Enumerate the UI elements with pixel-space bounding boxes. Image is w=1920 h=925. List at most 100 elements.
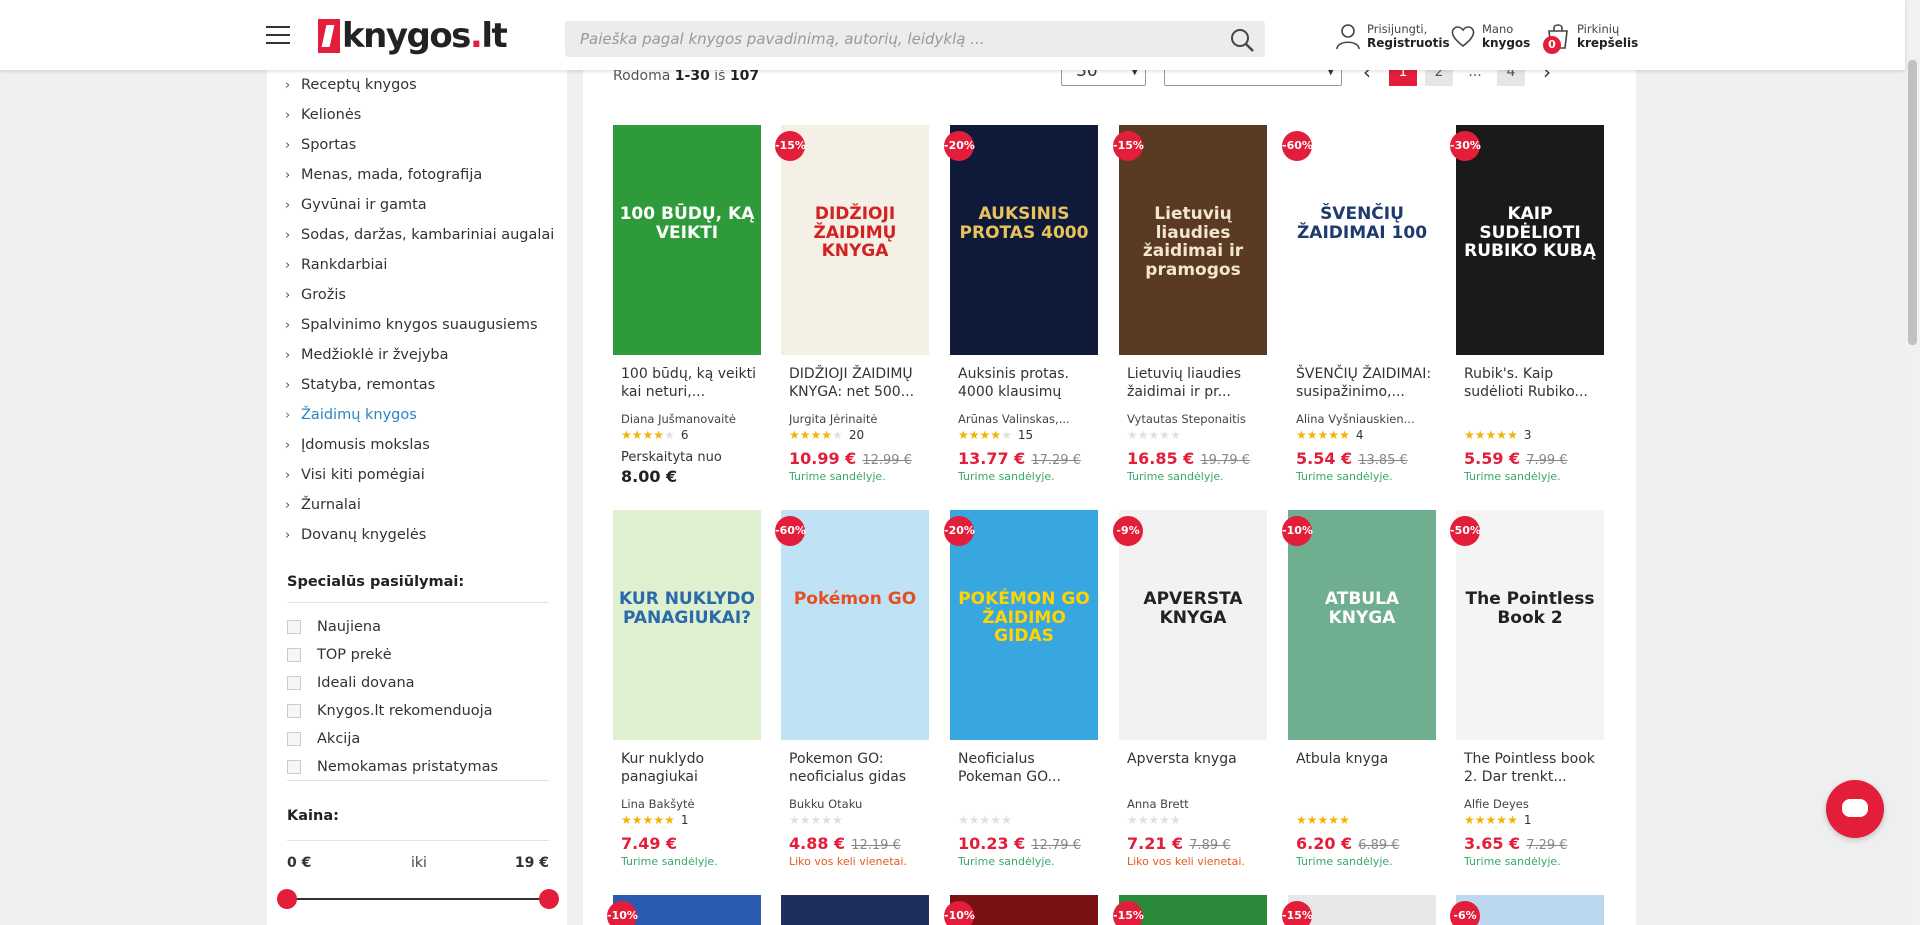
book-cover[interactable]: KUR NUKLYDO PANAGIUKAI? xyxy=(613,510,761,740)
stock-status: Turime sandėlyje. xyxy=(621,855,718,868)
chevron-right-icon: › xyxy=(285,167,291,183)
book-cover[interactable]: KAIP SUDĖLIOTI RUBIKO KUBĄ xyxy=(1456,125,1604,355)
product-author[interactable]: Arūnas Valinskas,... xyxy=(958,412,1098,426)
checkbox[interactable] xyxy=(287,676,301,690)
price-slider-track[interactable] xyxy=(287,898,549,900)
category-label: Gyvūnai ir gamta xyxy=(301,197,427,213)
product-price: 3.65 €7.29 € xyxy=(1464,834,1568,853)
book-cover[interactable]: APVERSTA KNYGA xyxy=(1119,510,1267,740)
rating-stars: ★★★★★ 1 xyxy=(621,813,689,827)
book-cover[interactable] xyxy=(781,895,929,925)
wishlist-link[interactable]: Mano knygos xyxy=(1450,22,1530,50)
filter-checkbox[interactable]: TOP prekė xyxy=(287,647,392,663)
divider xyxy=(287,780,549,781)
book-cover[interactable]: Pokémon GO xyxy=(781,510,929,740)
category-item[interactable]: › Įdomusis mokslas xyxy=(285,430,554,460)
category-item[interactable]: › Kelionės xyxy=(285,100,554,130)
book-cover[interactable]: AUKSINIS PROTAS 4000 xyxy=(950,125,1098,355)
filter-checkbox[interactable]: Ideali dovana xyxy=(287,675,415,691)
login-link[interactable]: Prisijungti, Registruotis xyxy=(1335,22,1450,50)
price-slider-min-handle[interactable] xyxy=(277,889,297,909)
review-count: 1 xyxy=(680,813,689,827)
scrollbar-thumb[interactable] xyxy=(1908,60,1917,345)
product-title[interactable]: Kur nuklydo panagiukai xyxy=(621,750,761,786)
discount-badge: -30% xyxy=(1450,131,1481,161)
search-icon[interactable] xyxy=(1229,27,1255,53)
cover-title: ŠVENČIŲ ŽAIDIMAI 100 xyxy=(1296,204,1428,243)
category-item[interactable]: › Spalvinimo knygos suaugusiems xyxy=(285,310,554,340)
category-item[interactable]: › Visi kiti pomėgiai xyxy=(285,460,554,490)
category-label: Spalvinimo knygos suaugusiems xyxy=(301,317,538,333)
category-item[interactable]: › Statyba, remontas xyxy=(285,370,554,400)
discount-badge: -60% xyxy=(1282,131,1313,161)
product-title[interactable]: Rubik's. Kaip sudėlioti Rubiko... xyxy=(1464,365,1604,401)
product-title[interactable]: Auksinis protas. 4000 klausimų xyxy=(958,365,1098,401)
product-author[interactable]: Vytautas Steponaitis xyxy=(1127,412,1267,426)
discount-badge: -15% xyxy=(1113,901,1144,925)
stock-status: Turime sandėlyje. xyxy=(1127,470,1224,483)
book-cover[interactable]: The Pointless Book 2 xyxy=(1456,510,1604,740)
filter-label: Naujiena xyxy=(317,619,381,635)
heart-icon xyxy=(1451,26,1475,48)
checkbox[interactable] xyxy=(287,732,301,746)
book-cover[interactable]: DIDŽIOJI ŽAIDIMŲ KNYGA xyxy=(781,125,929,355)
product-title[interactable]: Neoficialus Pokeman GO... xyxy=(958,750,1098,786)
stock-status: Turime sandėlyje. xyxy=(1296,855,1393,868)
discount-badge: -20% xyxy=(944,516,975,546)
logo[interactable]: knygos.lt xyxy=(318,16,508,56)
product-author[interactable]: Jurgita Jėrinaitė xyxy=(789,412,929,426)
scrollbar[interactable] xyxy=(1905,0,1920,925)
product-author[interactable]: Lina Bakšytė xyxy=(621,797,761,811)
category-item[interactable]: › Gyvūnai ir gamta xyxy=(285,190,554,220)
filter-checkbox[interactable]: Naujiena xyxy=(287,619,381,635)
rating-stars: ★★★★★ 3 xyxy=(1464,428,1532,442)
search-input[interactable] xyxy=(565,21,1205,57)
category-item[interactable]: › Žurnalai xyxy=(285,490,554,520)
checkbox[interactable] xyxy=(287,648,301,662)
product-title[interactable]: Lietuvių liaudies žaidimai ir pr... xyxy=(1127,365,1267,401)
old-price: 7.99 € xyxy=(1526,453,1568,468)
product-price: 5.59 €7.99 € xyxy=(1464,449,1568,468)
product-title[interactable]: ŠVENČIŲ ŽAIDIMAI: susipažinimo,... xyxy=(1296,365,1436,401)
category-item[interactable]: › Rankdarbiai xyxy=(285,250,554,280)
book-cover[interactable]: ATBULA KNYGA xyxy=(1288,510,1436,740)
product-author[interactable]: Alfie Deyes xyxy=(1464,797,1604,811)
filter-label: Nemokamas pristatymas xyxy=(317,759,499,775)
category-item[interactable]: › Receptų knygos xyxy=(285,70,554,100)
filter-checkbox[interactable]: Akcija xyxy=(287,731,360,747)
category-item[interactable]: › Sportas xyxy=(285,130,554,160)
checkbox[interactable] xyxy=(287,704,301,718)
category-item[interactable]: › Dovanų knygelės xyxy=(285,520,554,550)
book-cover[interactable]: 100 BŪDŲ, KĄ VEIKTI xyxy=(613,125,761,355)
category-item[interactable]: › Žaidimų knygos xyxy=(285,400,554,430)
book-cover[interactable]: POKÉMON GO ŽAIDIMO GIDAS xyxy=(950,510,1098,740)
product-title[interactable]: The Pointless book 2. Dar trenkt... xyxy=(1464,750,1604,786)
cart-link[interactable]: 0 Pirkinių krepšelis xyxy=(1543,22,1638,54)
category-item[interactable]: › Sodas, daržas, kambariniai augalai xyxy=(285,220,554,250)
category-item[interactable]: › Grožis xyxy=(285,280,554,310)
menu-icon[interactable] xyxy=(266,26,290,44)
book-cover[interactable]: Lietuvių liaudies žaidimai ir pramogos xyxy=(1119,125,1267,355)
product-title[interactable]: Pokemon GO: neoficialus gidas xyxy=(789,750,929,786)
filter-checkbox[interactable]: Nemokamas pristatymas xyxy=(287,759,498,775)
stock-status: Turime sandėlyje. xyxy=(958,470,1055,483)
product-title[interactable]: DIDŽIOJI ŽAIDIMŲ KNYGA: net 500... xyxy=(789,365,929,401)
checkbox[interactable] xyxy=(287,760,301,774)
product-author[interactable]: Anna Brett xyxy=(1127,797,1267,811)
product-title[interactable]: Atbula knyga xyxy=(1296,750,1436,768)
old-price: 6.89 € xyxy=(1358,838,1400,853)
category-item[interactable]: › Menas, mada, fotografija xyxy=(285,160,554,190)
product-author[interactable]: Bukku Otaku xyxy=(789,797,929,811)
product-title[interactable]: Apversta knyga xyxy=(1127,750,1267,768)
checkbox[interactable] xyxy=(287,620,301,634)
book-cover[interactable]: ŠVENČIŲ ŽAIDIMAI 100 xyxy=(1288,125,1436,355)
product-title[interactable]: 100 būdų, ką veikti kai neturi,... xyxy=(621,365,761,401)
filter-checkbox[interactable]: Knygos.lt rekomenduoja xyxy=(287,703,493,719)
price-slider-max-handle[interactable] xyxy=(539,889,559,909)
category-item[interactable]: › Medžioklė ir žvejyba xyxy=(285,340,554,370)
product-author[interactable]: Alina Vyšniauskien... xyxy=(1296,412,1436,426)
chat-icon[interactable] xyxy=(1826,780,1884,838)
old-price: 17.29 € xyxy=(1031,453,1081,468)
cover-title: ATBULA KNYGA xyxy=(1324,589,1400,628)
product-author[interactable]: Diana Jušmanovaitė xyxy=(621,412,761,426)
